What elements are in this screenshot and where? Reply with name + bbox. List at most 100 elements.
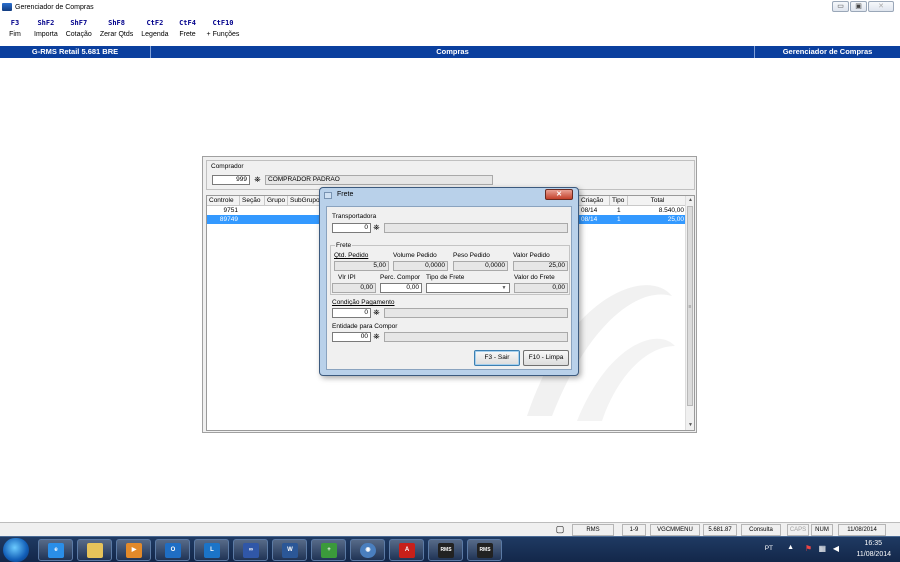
close-window-button[interactable]: ✕ [868,1,894,12]
minimize-button[interactable]: ▭ [832,1,849,12]
qtd-pedido-label: Qtd. Pedido [334,252,369,259]
network-icon: + [321,543,337,558]
taskbar-acrobat[interactable]: A [389,539,424,561]
dialog-close-button[interactable]: ✕ [545,189,573,200]
taskbar-network[interactable]: + [311,539,346,561]
grid-vertical-scrollbar[interactable]: ▲ ≡ ▼ [685,196,694,430]
cell-tipo: 1 [617,216,621,223]
binoculars-icon[interactable]: ⛯ [371,332,382,342]
tool-label: Fim [9,31,21,38]
scroll-up-arrow-icon[interactable]: ▲ [686,196,694,205]
transportadora-code-input[interactable]: 0 [332,223,371,233]
tool-zerar-qtds[interactable]: ShF8 Zerar Qtds [96,18,137,44]
tool-key: CtF2 [146,19,164,27]
col-controle[interactable]: Controle [207,196,240,206]
col-tipo[interactable]: Tipo [610,196,628,206]
taskbar-explorer[interactable] [77,539,112,561]
binoculars-icon[interactable]: ⛯ [371,223,382,233]
status-num: NUM [811,524,833,536]
rms-icon: RMS [438,543,454,558]
limpa-button[interactable]: F10 - Limpa [523,350,569,366]
tray-expand-icon[interactable]: ▲ [787,544,794,551]
tipo-frete-select[interactable]: ▼ [426,283,510,293]
action-center-icon[interactable]: ⚑ [805,544,812,553]
peso-pedido-field: 0,0000 [453,261,508,271]
scroll-thumb[interactable]: ≡ [687,206,693,406]
tool-key: ShF2 [37,19,55,27]
tool-fim[interactable]: F3 Fim [0,18,30,44]
dialog-titlebar[interactable]: Frete ✕ [320,188,578,204]
col-total[interactable]: Total [628,196,686,206]
taskbar-word[interactable]: W [272,539,307,561]
document-icon: ▢ [555,524,565,534]
binoculars-icon[interactable]: ⛯ [252,175,263,185]
taskbar-outlook[interactable]: O [155,539,190,561]
tool-key: ShF7 [70,19,88,27]
col-secao[interactable]: Seção [240,196,265,206]
tool-cotacao[interactable]: ShF7 Cotação [62,18,96,44]
cell-criacao: 08/14 [581,216,598,223]
network-tray-icon[interactable]: ▦ [818,544,826,553]
tool-key: CtF4 [179,19,196,27]
status-menu: VGCMMENU [650,524,700,536]
qtd-pedido-field: 5,00 [334,261,389,271]
binoculars-icon[interactable]: ⛯ [371,308,382,318]
acrobat-icon: A [399,543,415,558]
scroll-down-arrow-icon[interactable]: ▼ [686,421,694,430]
ie-icon: e [48,543,64,558]
lync-icon: L [204,543,220,558]
taskbar-rms-2[interactable]: RMS [467,539,502,561]
tool-importa[interactable]: ShF2 Importa [30,18,62,44]
tool-mais-funcoes[interactable]: CtF10 + Funções [203,18,244,44]
tool-label: Zerar Qtds [99,31,134,38]
condicao-label: Condição Pagamento [332,299,395,306]
taskbar-app[interactable]: ◉ [350,539,385,561]
col-criacao[interactable]: Criação [579,196,610,206]
window-title: Gerenciador de Compras [15,3,94,11]
condicao-code-input[interactable]: 0 [332,308,371,318]
cell-controle: 9751 [223,207,238,214]
restore-button[interactable]: ▣ [850,1,867,12]
tool-label: Frete [179,31,196,38]
tool-key: F3 [10,19,20,27]
taskbar-ie[interactable]: e [38,539,73,561]
frete-dialog: Frete ✕ Transportadora 0 ⛯ Frete Qtd. Pe… [319,187,579,376]
valor-pedido-field: 25,00 [513,261,568,271]
transportadora-label: Transportadora [332,213,377,220]
tool-legenda[interactable]: CtF2 Legenda [137,18,172,44]
taskbar: e ▶ O L ∞ W + ◉ A RMS RMS PT ▲ ⚑ ▦ ◀ 16:… [0,536,900,562]
frete-legend: Frete [335,242,353,249]
module-title: Compras [436,47,469,56]
app-icon [2,3,12,11]
taskbar-media[interactable]: ▶ [116,539,151,561]
entidade-name-field [384,332,568,342]
volume-pedido-field: 0,0000 [393,261,448,271]
cell-controle: 89749 [219,216,238,223]
comprador-code-input[interactable]: 999 [212,175,250,185]
taskbar-rms-1[interactable]: RMS [428,539,463,561]
entidade-code-input[interactable]: 00 [332,332,371,342]
taskbar-lync[interactable]: L [194,539,229,561]
chevron-down-icon[interactable]: ▼ [500,284,508,292]
clock-time[interactable]: 16:35 [864,540,882,547]
valor-frete-label: Valor do Frete [514,274,555,281]
media-player-icon: ▶ [126,543,142,558]
dialog-title: Frete [337,191,354,198]
vlr-ipi-label: Vlr IPI [338,274,356,281]
perc-compor-label: Perc. Compor [380,274,421,281]
clock-date[interactable]: 11/08/2014 [856,551,891,558]
language-indicator[interactable]: PT [765,545,773,552]
col-grupo[interactable]: Grupo [265,196,288,206]
sair-button[interactable]: F3 - Sair [474,350,520,366]
volume-icon[interactable]: ◀ [833,544,839,553]
comprador-group: Comprador 999 ⛯ COMPRADOR PADRÃO [206,160,695,190]
tool-frete[interactable]: CtF4 Frete [173,18,203,44]
cell-total: 8.540,00 [658,207,684,214]
start-button[interactable] [3,538,29,562]
taskbar-infinity[interactable]: ∞ [233,539,268,561]
status-range: 1-9 [622,524,646,536]
status-system: RMS [572,524,614,536]
screen-title: Gerenciador de Compras [754,46,900,58]
col-subgrupo[interactable]: SubGrupo [288,196,323,206]
perc-compor-input[interactable]: 0,00 [380,283,422,293]
